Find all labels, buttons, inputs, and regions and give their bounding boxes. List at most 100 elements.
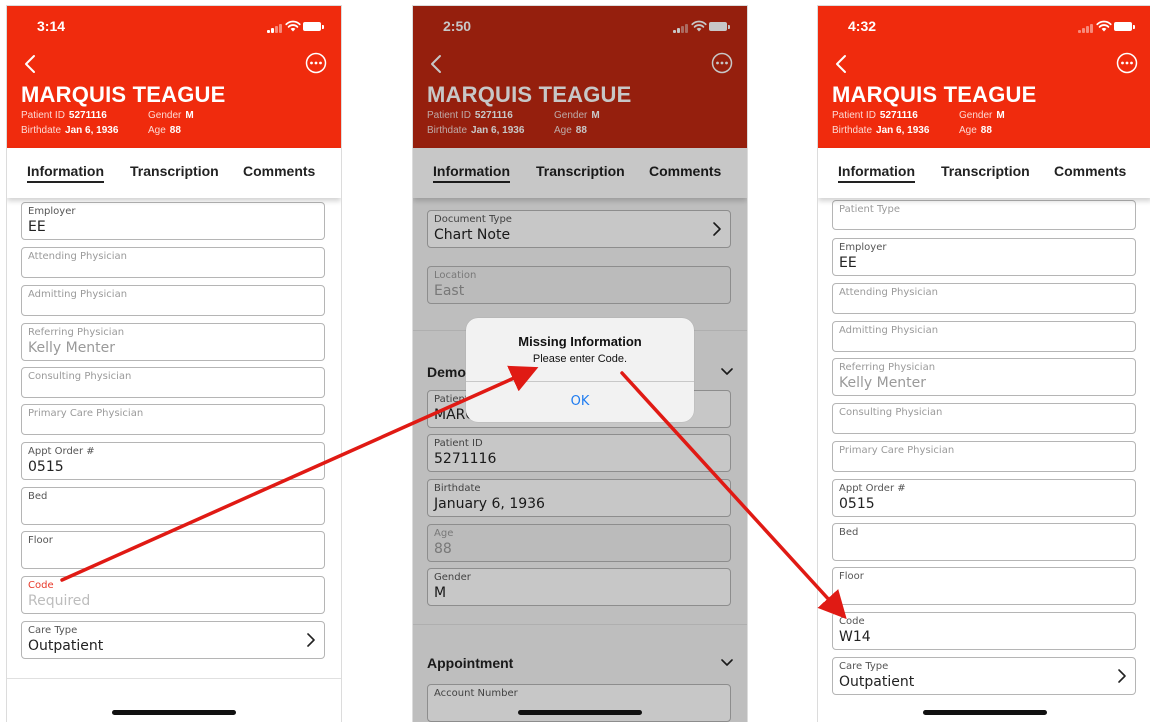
patient-name: MARQUIS TEAGUE (21, 82, 226, 107)
patient-name: MARQUIS TEAGUE (832, 82, 1037, 107)
field-label: Code (28, 580, 54, 591)
field-value: 0515 (28, 459, 64, 475)
status-icons (265, 20, 324, 34)
patient-id: Patient ID 5271116 (832, 110, 918, 121)
field-value: Outpatient (28, 638, 104, 654)
tab-transcription[interactable]: Transcription (941, 163, 1030, 179)
appt-order-field[interactable]: Appt Order # 0515 (21, 442, 325, 480)
field-label: Admitting Physician (839, 325, 939, 336)
employer-field[interactable]: Employer EE (21, 202, 325, 240)
wifi-icon (285, 20, 301, 32)
information-form: Patient Type Employer EE Attending Physi… (818, 198, 1150, 722)
signal-icon (267, 23, 282, 33)
consulting-physician-field[interactable]: Consulting Physician (21, 367, 325, 398)
tab-comments[interactable]: Comments (243, 163, 315, 179)
field-label: Referring Physician (839, 362, 936, 373)
field-label: Primary Care Physician (839, 445, 955, 456)
status-time: 4:32 (848, 18, 877, 34)
care-type-field[interactable]: Care Type Outpatient (832, 657, 1136, 695)
field-label: Bed (28, 491, 48, 502)
admitting-physician-field[interactable]: Admitting Physician (832, 321, 1136, 352)
patient-header: 3:14 MARQUIS TEAGUE Patient ID 5271116 B… (7, 6, 341, 148)
tab-comments[interactable]: Comments (1054, 163, 1126, 179)
more-options-icon[interactable] (1116, 52, 1138, 74)
field-label: Attending Physician (839, 287, 939, 298)
field-label: Floor (839, 571, 864, 582)
field-label: Referring Physician (28, 327, 125, 338)
home-indicator (923, 710, 1047, 715)
referring-physician-field[interactable]: Referring Physician Kelly Menter (832, 358, 1136, 396)
appt-order-field[interactable]: Appt Order # 0515 (832, 479, 1136, 517)
field-value: Kelly Menter (28, 340, 116, 356)
tab-information[interactable]: Information (838, 163, 915, 183)
patient-age: Age 88 (959, 125, 992, 136)
phone-screen-3: 4:32 MARQUIS TEAGUE Patient ID 5271116 B… (818, 6, 1150, 722)
wifi-icon (1096, 20, 1112, 32)
field-label: Code (839, 616, 865, 627)
missing-information-alert: Missing Information Please enter Code. O… (466, 318, 694, 422)
tab-transcription[interactable]: Transcription (130, 163, 219, 179)
consulting-physician-field[interactable]: Consulting Physician (832, 403, 1136, 434)
patient-age: Age 88 (148, 125, 181, 136)
field-label: Care Type (839, 661, 889, 672)
status-bar: 3:14 (37, 18, 324, 36)
code-field[interactable]: Code Required (21, 576, 325, 614)
patient-gender: Gender M (959, 110, 1005, 121)
referring-physician-field[interactable]: Referring Physician Kelly Menter (21, 323, 325, 361)
bed-field[interactable]: Bed (21, 487, 325, 525)
field-label: Care Type (28, 625, 78, 636)
field-label: Patient Type (839, 204, 900, 215)
field-label: Appt Order # (28, 446, 95, 457)
back-chevron-icon[interactable] (830, 52, 854, 76)
phone-screen-2: 2:50 MARQUIS TEAGUE Patient ID 5271116 B… (413, 6, 747, 722)
care-type-field[interactable]: Care Type Outpatient (21, 621, 325, 659)
attending-physician-field[interactable]: Attending Physician (21, 247, 325, 278)
divider (7, 678, 341, 679)
field-label: Admitting Physician (28, 289, 128, 300)
attending-physician-field[interactable]: Attending Physician (832, 283, 1136, 314)
patient-birthdate: Birthdate Jan 6, 1936 (21, 125, 119, 136)
alert-ok-button[interactable]: OK (466, 381, 694, 422)
code-required-placeholder: Required (28, 593, 91, 609)
bed-field[interactable]: Bed (832, 523, 1136, 561)
field-label: Employer (839, 242, 887, 253)
field-label: Consulting Physician (839, 407, 943, 418)
field-value: Kelly Menter (839, 375, 927, 391)
code-field[interactable]: Code W14 (832, 612, 1136, 650)
field-label: Primary Care Physician (28, 408, 144, 419)
alert-message: Please enter Code. (532, 353, 628, 365)
information-form: Employer EE Attending Physician Admittin… (7, 198, 341, 722)
employer-field[interactable]: Employer EE (832, 238, 1136, 276)
phone-screen-1: 3:14 MARQUIS TEAGUE Patient ID 5271116 B… (7, 6, 341, 722)
field-value: Outpatient (839, 674, 915, 690)
chevron-right-icon (307, 633, 315, 647)
home-indicator (518, 710, 642, 715)
battery-icon (303, 22, 324, 31)
patient-birthdate: Birthdate Jan 6, 1936 (832, 125, 930, 136)
field-label: Attending Physician (28, 251, 128, 262)
alert-title: Missing Information (518, 334, 642, 349)
patient-header: 4:32 MARQUIS TEAGUE Patient ID 5271116 B… (818, 6, 1150, 148)
field-label: Bed (839, 527, 859, 538)
tab-bar: Information Transcription Comments (818, 148, 1150, 198)
field-label: Appt Order # (839, 483, 906, 494)
home-indicator (112, 710, 236, 715)
field-label: Floor (28, 535, 53, 546)
tab-information[interactable]: Information (27, 163, 104, 183)
field-label: Employer (28, 206, 76, 217)
patient-id: Patient ID 5271116 (21, 110, 107, 121)
status-bar: 4:32 (848, 18, 1135, 36)
field-value: W14 (839, 629, 871, 645)
floor-field[interactable]: Floor (832, 567, 1136, 605)
primary-care-physician-field[interactable]: Primary Care Physician (21, 404, 325, 435)
status-icons (1076, 20, 1135, 34)
patient-type-field[interactable]: Patient Type (832, 200, 1136, 230)
floor-field[interactable]: Floor (21, 531, 325, 569)
signal-icon (1078, 23, 1093, 33)
field-label: Consulting Physician (28, 371, 132, 382)
back-chevron-icon[interactable] (19, 52, 43, 76)
field-value: 0515 (839, 496, 875, 512)
more-options-icon[interactable] (305, 52, 327, 74)
admitting-physician-field[interactable]: Admitting Physician (21, 285, 325, 316)
primary-care-physician-field[interactable]: Primary Care Physician (832, 441, 1136, 472)
